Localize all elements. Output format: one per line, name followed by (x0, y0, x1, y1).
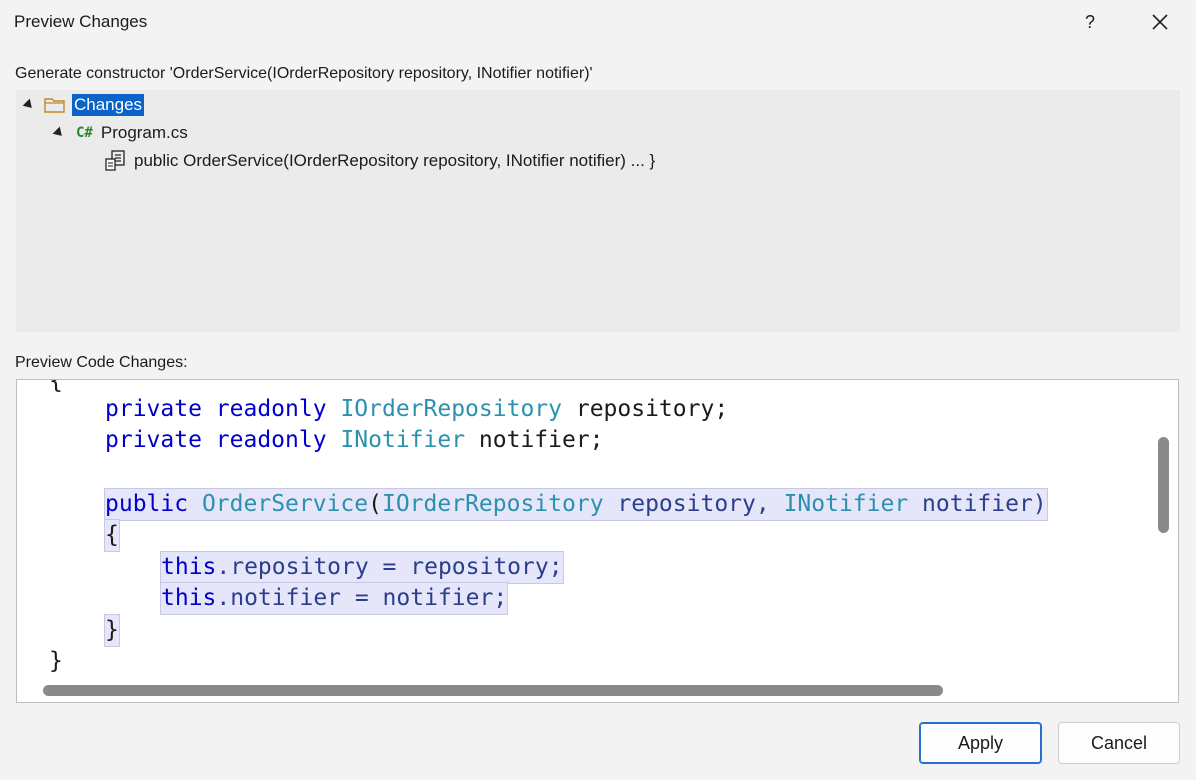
code-preview[interactable]: { private readonly IOrderRepository repo… (16, 379, 1179, 703)
code-line: private readonly IOrderRepository reposi… (105, 394, 728, 425)
refactoring-description: Generate constructor 'OrderService(IOrde… (15, 65, 593, 82)
code-token: .repository = repository; (216, 554, 563, 580)
tree-item-member[interactable]: public OrderService(IOrderRepository rep… (104, 148, 655, 174)
code-token: notifier; (465, 427, 604, 453)
changes-tree: Changes C# Program.cs public OrderServic… (16, 90, 1180, 332)
tree-item-label: Program.cs (100, 123, 188, 142)
code-token: INotifier (783, 491, 909, 517)
code-line: { (49, 379, 63, 394)
cancel-button[interactable]: Cancel (1058, 722, 1180, 764)
tree-item-changes[interactable]: Changes (22, 92, 145, 118)
code-token: private (105, 396, 202, 422)
close-icon (1152, 14, 1168, 30)
vertical-scrollbar-thumb[interactable] (1158, 437, 1169, 533)
code-token: INotifier (340, 427, 466, 453)
expand-arrow-icon[interactable] (22, 98, 36, 112)
code-token: repository, (603, 491, 784, 517)
code-line-added: this.repository = repository; (160, 551, 564, 584)
window-title: Preview Changes (14, 12, 148, 31)
code-token: ( (368, 491, 382, 517)
code-line: private readonly INotifier notifier; (105, 425, 604, 456)
help-button[interactable]: ? (1078, 8, 1102, 36)
code-line-added: { (104, 519, 120, 552)
code-token: repository; (562, 396, 729, 422)
code-token: readonly (215, 396, 327, 422)
tree-item-label: Changes (72, 94, 145, 116)
code-line-added: this.notifier = notifier; (159, 582, 509, 615)
code-token: notifier) (908, 491, 1047, 517)
preview-code-label: Preview Code Changes: (15, 354, 188, 371)
code-line-added: public OrderService(IOrderRepository rep… (104, 488, 1048, 521)
code-token: this (161, 585, 217, 611)
expand-arrow-icon[interactable] (52, 126, 66, 140)
code-line: } (49, 648, 63, 674)
code-text: { private readonly IOrderRepository repo… (17, 379, 1048, 674)
code-token: .notifier = notifier; (216, 585, 508, 611)
title-bar: Preview Changes ? (0, 0, 1196, 46)
code-token: this (161, 554, 217, 580)
apply-button[interactable]: Apply (919, 722, 1042, 764)
code-token: private (105, 427, 202, 453)
code-line-added: } (104, 614, 120, 647)
horizontal-scrollbar-thumb[interactable] (43, 685, 943, 696)
tree-item-file[interactable]: C# Program.cs (52, 120, 188, 146)
tree-item-label: public OrderService(IOrderRepository rep… (134, 151, 656, 170)
folder-icon (44, 98, 65, 113)
code-token: OrderService (201, 491, 369, 517)
csharp-file-icon: C# (76, 125, 93, 141)
code-token: readonly (215, 427, 327, 453)
close-button[interactable] (1146, 8, 1174, 36)
code-token: IOrderRepository (340, 396, 562, 422)
code-token: public (105, 491, 189, 517)
code-token: IOrderRepository (381, 491, 604, 517)
method-change-icon (105, 150, 125, 171)
